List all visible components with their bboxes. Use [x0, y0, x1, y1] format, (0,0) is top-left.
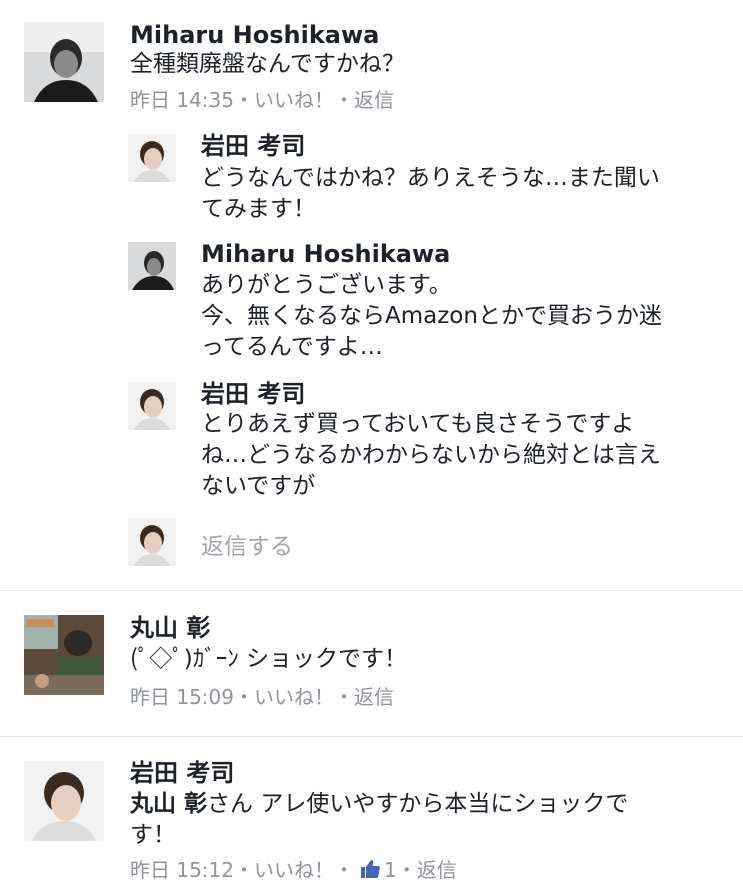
thumbs-up-icon [358, 857, 382, 881]
avatar-photo [24, 761, 104, 841]
avatar-photo [128, 382, 176, 430]
comment-author[interactable]: 丸山 彰 [130, 613, 210, 643]
comment-text: 丸山 彰さん アレ使いやすから本当にショックで [130, 789, 628, 820]
reply-text-line: ってるんですよ… [201, 334, 383, 360]
separator: ・ [334, 858, 354, 882]
separator: ・ [234, 88, 254, 112]
avatar[interactable] [24, 22, 104, 102]
comment-text: (ﾟ◇ﾟ)ｶﾞｰﾝ ショックです！ [130, 646, 408, 672]
comment-maruyama: 丸山 彰 (ﾟ◇ﾟ)ｶﾞｰﾝ ショックです！ 昨日 15:09・いいね！・返信 [0, 591, 743, 736]
avatar-photo [128, 518, 176, 566]
separator: ・ [396, 858, 417, 882]
avatar-photo [128, 134, 176, 182]
like-count[interactable]: 1 [384, 858, 397, 882]
reply-button[interactable]: 返信 [354, 88, 394, 112]
separator: ・ [234, 685, 254, 709]
reply-author[interactable]: 岩田 考司 [201, 379, 305, 409]
like-button[interactable]: いいね！ [254, 88, 334, 112]
reply-text-line: とりあえず買っておいても良さそうですよ [201, 411, 635, 437]
separator: ・ [234, 858, 254, 882]
timestamp[interactable]: 昨日 15:12 [130, 858, 234, 882]
comment-author[interactable]: 岩田 考司 [130, 758, 234, 788]
avatar[interactable] [128, 382, 176, 430]
comment-text-line: す！ [130, 822, 176, 848]
avatar-photo [24, 615, 104, 695]
comment-text-body: さん アレ使いやすから本当にショックで [207, 791, 629, 817]
reply-text-line: ないですが [201, 473, 316, 499]
avatar[interactable] [128, 242, 176, 290]
comment-miharu: Miharu Hoshikawa 全種類廃盤なんですかね？ 昨日 14:35・い… [0, 0, 743, 590]
reply-text-line: ね…どうなるかわからないから絶対とは言え [201, 442, 661, 468]
timestamp[interactable]: 昨日 14:35 [130, 88, 234, 112]
like-button[interactable]: いいね！ [254, 858, 334, 882]
comment-meta: 昨日 15:09・いいね！・返信 [130, 684, 394, 710]
avatar-photo [128, 242, 176, 290]
comment-meta: 昨日 15:12・いいね！・ 1・返信 [130, 857, 457, 883]
timestamp[interactable]: 昨日 15:09 [130, 685, 234, 709]
avatar-photo [24, 22, 104, 102]
avatar[interactable] [24, 615, 104, 695]
reply-text-line: てみます！ [201, 196, 316, 222]
reply-author[interactable]: Miharu Hoshikawa [201, 239, 450, 269]
reply-button[interactable]: 返信 [354, 685, 394, 709]
like-button[interactable]: いいね！ [254, 685, 334, 709]
comment-iwata: 岩田 考司 丸山 彰さん アレ使いやすから本当にショックで す！ 昨日 15:1… [0, 737, 743, 882]
reply-text-line: どうなんではかね？ありえそうな…また聞い [201, 165, 660, 191]
avatar[interactable] [24, 761, 104, 841]
reply-author[interactable]: 岩田 考司 [201, 131, 305, 161]
separator: ・ [334, 88, 354, 112]
separator: ・ [334, 685, 354, 709]
comment-author[interactable]: Miharu Hoshikawa [130, 20, 379, 50]
reply-button[interactable]: 返信 [417, 858, 457, 882]
avatar [128, 518, 176, 566]
comment-meta: 昨日 14:35・いいね！・返信 [130, 87, 394, 113]
reply-input[interactable]: 返信する [201, 527, 293, 561]
avatar[interactable] [128, 134, 176, 182]
mention-link[interactable]: 丸山 彰 [130, 791, 207, 817]
comment-text: 全種類廃盤なんですかね？ [130, 51, 405, 77]
reply-text-line: ありがとうございます。 [201, 272, 452, 298]
reply-text-line: 今、無くなるならAmazonとかで買おうか迷 [201, 303, 662, 329]
